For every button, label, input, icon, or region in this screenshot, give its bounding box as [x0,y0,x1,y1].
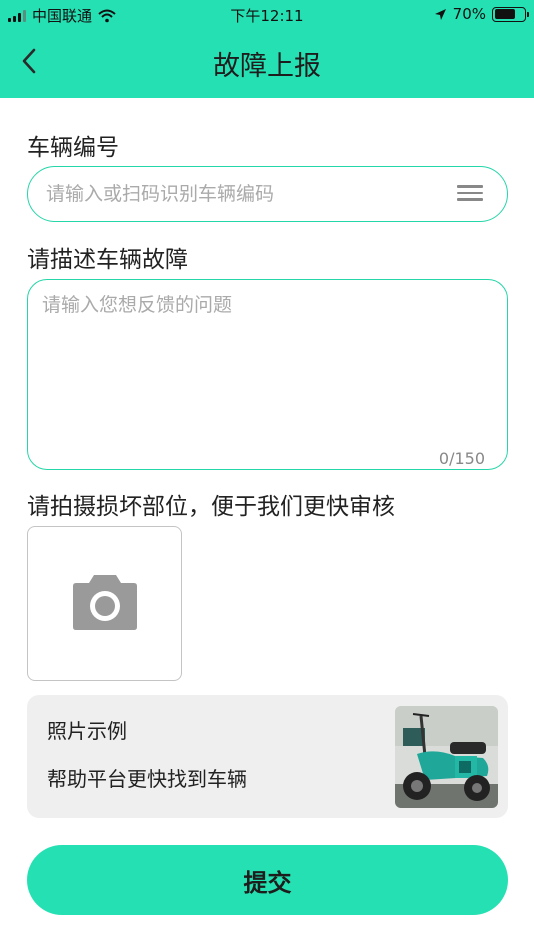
battery-percent: 70% [452,5,486,23]
status-right: 70% [434,5,529,23]
submit-button[interactable]: 提交 [27,845,508,915]
vehicle-number-label: 车辆编号 [27,135,119,161]
example-scooter-image [395,706,498,808]
page-title: 故障上报 [213,51,321,82]
fault-description-field: 0/150 [27,279,508,470]
camera-icon [73,575,137,630]
scan-menu-icon[interactable] [457,185,483,203]
status-bar: 中国联通 下午12:11 70% [0,0,534,28]
location-arrow-icon [434,8,446,20]
battery-icon [492,6,529,22]
photo-label: 请拍摄损坏部位，便于我们更快审核 [27,494,395,520]
photo-upload-button[interactable] [27,526,182,681]
fault-description-label: 请描述车辆故障 [27,247,188,273]
header-bar: 中国联通 下午12:11 70% 故障上报 [0,0,534,98]
photo-example-card: 照片示例 帮助平台更快找到车辆 [27,695,508,818]
vehicle-number-field [27,166,508,222]
example-title: 照片示例 [47,719,127,743]
example-description: 帮助平台更快找到车辆 [47,767,247,791]
char-counter: 0/150 [438,449,485,468]
fault-description-input[interactable] [42,290,492,440]
vehicle-number-input[interactable] [46,167,446,220]
